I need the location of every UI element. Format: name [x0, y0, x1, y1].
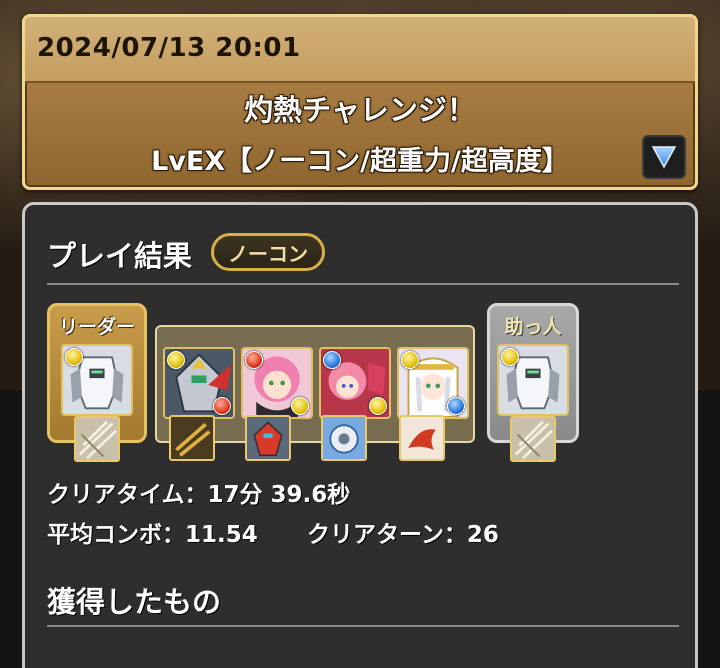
fire-subattribute-icon — [213, 397, 231, 415]
leader-slot[interactable]: リーダー — [47, 303, 147, 462]
helper-monster-icon[interactable] — [497, 344, 569, 416]
sub-monster-icon-1[interactable] — [163, 347, 235, 419]
no-continue-badge: ノーコン — [211, 233, 325, 271]
light-attribute-icon — [167, 351, 185, 369]
chain-assist-icon — [76, 418, 118, 460]
helper-label: 助っ人 — [504, 316, 562, 338]
clear-turns-text: クリアターン：26 — [307, 522, 499, 548]
leader-label: リーダー — [58, 316, 135, 338]
play-result-title: プレイ結果 — [47, 239, 193, 273]
leader-assist-icon[interactable] — [74, 416, 120, 462]
divider — [47, 625, 679, 627]
water-attribute-icon — [323, 351, 341, 369]
light-attribute-icon — [65, 348, 83, 366]
divider — [47, 283, 679, 285]
light-subattribute-icon — [369, 397, 387, 415]
sub-members-group — [155, 325, 475, 461]
dungeon-header-panel: 2024/07/13 20:01 灼熱チャレンジ！ LvEX【ノーコン/超重力/… — [22, 14, 698, 190]
sub-monster-icon-4[interactable] — [397, 347, 469, 419]
triangle-down-icon — [651, 146, 677, 169]
dungeon-title: 灼熱チャレンジ！ — [244, 93, 476, 127]
average-combo-text: 平均コンボ：11.54 — [47, 522, 258, 548]
sub-assist-icon-3[interactable] — [321, 415, 367, 461]
sub-monster-icon-2[interactable] — [241, 347, 313, 419]
play-date: 2024/07/13 20:01 — [37, 33, 301, 63]
sub-assist-icon-4[interactable] — [399, 415, 445, 461]
dungeon-subtitle: LvEX【ノーコン/超重力/超高度】 — [151, 146, 569, 177]
clear-time-text: クリアタイム：17分 39.6秒 — [47, 482, 351, 508]
red-creature-assist-icon — [401, 417, 443, 459]
light-attribute-icon — [501, 348, 519, 366]
sub-assist-icon-1[interactable] — [169, 415, 215, 461]
chain-assist-icon — [512, 418, 554, 460]
leader-monster-icon[interactable] — [61, 344, 133, 416]
light-subattribute-icon — [291, 397, 309, 415]
fire-attribute-icon — [245, 351, 263, 369]
helper-slot[interactable]: 助っ人 — [487, 303, 579, 462]
gold-weapon-assist-icon — [171, 417, 213, 459]
obtained-items-title: 獲得したもの — [47, 585, 222, 619]
blue-orb-assist-icon — [323, 417, 365, 459]
red-mech-assist-icon — [247, 417, 289, 459]
water-subattribute-icon — [447, 397, 465, 415]
helper-assist-icon[interactable] — [510, 416, 556, 462]
play-result-panel: プレイ結果 ノーコン リーダー 助っ人 クリアタイム：17分 39.6秒 平均コ… — [22, 202, 698, 668]
sub-assist-icon-2[interactable] — [245, 415, 291, 461]
expand-dropdown-button[interactable] — [642, 135, 686, 179]
sub-monster-icon-3[interactable] — [319, 347, 391, 419]
light-attribute-icon — [401, 351, 419, 369]
